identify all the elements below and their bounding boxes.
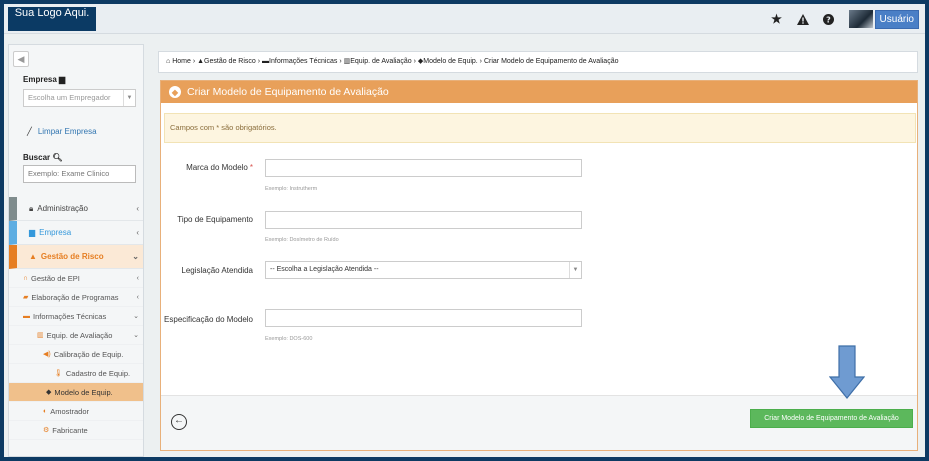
sidebar-item-cadastro[interactable]: 🌡︎ Cadastro de Equip. (9, 364, 143, 383)
search-icon: 🔍︎ (52, 153, 63, 162)
empresa-select[interactable]: Escolha um Empregador ▼ (23, 89, 136, 107)
volume-icon: ◀) (43, 351, 51, 358)
sidebar-item-equip-avaliacao[interactable]: ▥ Equip. de Avaliação ⌄ (9, 326, 143, 345)
sidebar-item-informacoes[interactable]: ▬ Informações Técnicas ⌄ (9, 307, 143, 326)
back-arrow-icon[interactable]: ← (171, 414, 187, 430)
legislacao-label: Legislação Atendida (181, 266, 253, 275)
chevron-down-icon: ▼ (569, 262, 581, 278)
help-icon[interactable]: ? (823, 13, 835, 25)
headphones-icon: ∩ (23, 274, 29, 282)
sidebar-item-gestao-epi[interactable]: ∩ Gestão de EPI ‹ (9, 269, 143, 288)
panel-title: Criar Modelo de Equipamento de Avaliação (187, 86, 389, 98)
marca-label: Marca do Modelo * (186, 163, 253, 172)
especificacao-help: Exemplo: DOS-600 (265, 336, 313, 342)
marca-input[interactable] (265, 159, 582, 177)
legislacao-select[interactable]: -- Escolha a Legislação Atendida -- ▼ (265, 261, 582, 279)
clear-empresa-link[interactable]: ╱ Limpar Empresa (27, 127, 97, 136)
home-icon: ⌂ (166, 58, 171, 65)
marca-help: Exemplo: Instrutherm (265, 186, 318, 192)
brush-icon: ╱ (27, 127, 32, 136)
breadcrumb: ⌂ Home › ▲Gestão de Risco › ▬Informações… (158, 51, 918, 73)
sidebar-item-administracao[interactable]: 🔒︎ Administração ‹ (9, 197, 143, 221)
breadcrumb-equip-avaliacao[interactable]: Equip. de Avaliação (350, 58, 411, 65)
panel-footer: ← Criar Modelo de Equipamento de Avaliaç… (161, 395, 917, 450)
breadcrumb-informacoes[interactable]: Informações Técnicas (269, 58, 337, 65)
building-icon: ▆ (29, 228, 36, 237)
star-icon[interactable]: ★ (771, 12, 783, 26)
especificacao-label: Especificação do Modelo (164, 315, 253, 324)
sidebar-menu: 🔒︎ Administração ‹ ▆ Empresa ‹ ▲ Gestão … (9, 197, 143, 440)
breadcrumb-current: Criar Modelo de Equipamento de Avaliação (483, 58, 619, 65)
breadcrumb-modelo[interactable]: Modelo de Equip. (423, 58, 477, 65)
tipo-input[interactable] (265, 211, 582, 229)
tag-icon: ◆ (46, 389, 52, 396)
chevron-down-icon: ▼ (123, 90, 135, 106)
thermometer-icon: 🌡︎ (54, 370, 63, 377)
especificacao-input[interactable] (265, 309, 582, 327)
folder-open-icon: ▬ (23, 312, 30, 320)
logo[interactable]: Sua Logo Aqui. (8, 7, 96, 31)
chevron-down-icon: ⌄ (133, 332, 139, 339)
empresa-label: Empresa ▆ (23, 75, 66, 84)
top-bar: Sua Logo Aqui. ★ ? Usuário (4, 4, 925, 34)
avatar[interactable] (848, 10, 873, 28)
chevron-left-icon: ‹ (136, 293, 139, 301)
tag-icon: ◆ (169, 86, 181, 98)
breadcrumb-gestao-risco[interactable]: Gestão de Risco (204, 58, 256, 65)
sidebar: ◀ Empresa ▆ Escolha um Empregador ▼ ╱ Li… (8, 44, 144, 457)
sidebar-item-empresa[interactable]: ▆ Empresa ‹ (9, 221, 143, 245)
sidebar-item-fabricante[interactable]: ⚙ Fabricante (9, 421, 143, 440)
sidebar-item-modelo[interactable]: ◆ Modelo de Equip. (9, 383, 143, 402)
warning-icon: ▲ (29, 252, 37, 261)
search-label: Buscar 🔍︎ (23, 153, 63, 162)
circle-arrow-left-icon[interactable]: ◀ (13, 51, 29, 67)
folder-open-icon: ▬ (262, 58, 270, 65)
sidebar-item-amostrador[interactable]: ◐ Amostrador (9, 402, 143, 421)
chevron-down-icon: ⌄ (132, 252, 139, 261)
building-icon: ▆ (59, 75, 66, 84)
main-content: ⌂ Home › ▲Gestão de Risco › ▬Informações… (158, 48, 918, 453)
sidebar-item-gestao-risco[interactable]: ▲ Gestão de Risco ⌄ (9, 245, 143, 269)
form-panel: ◆ Criar Modelo de Equipamento de Avaliaç… (160, 80, 918, 451)
chevron-left-icon: ‹ (136, 228, 139, 237)
sidebar-item-elaboracao[interactable]: ▰ Elaboração de Programas ‹ (9, 288, 143, 307)
svg-text:?: ? (826, 15, 831, 24)
cogs-icon: ⚙ (43, 427, 50, 434)
chevron-down-icon: ⌄ (133, 313, 139, 320)
chevron-left-icon: ‹ (136, 204, 139, 213)
tipo-help: Exemplo: Dosímetro de Ruído (265, 237, 339, 243)
panel-header: ◆ Criar Modelo de Equipamento de Avaliaç… (161, 81, 917, 103)
top-icons: ★ ? Usuário (771, 9, 919, 29)
breadcrumb-home[interactable]: Home (172, 58, 191, 65)
warning-icon: ▲ (197, 58, 205, 65)
adjust-icon: ◐ (43, 407, 48, 415)
chevron-left-icon: ‹ (136, 274, 139, 282)
search-input[interactable]: Exemplo: Exame Clinico (23, 165, 136, 183)
book-icon: ▰ (23, 294, 29, 301)
tipo-label: Tipo de Equipamento (177, 215, 253, 224)
bar-chart-icon: ▥ (37, 332, 44, 339)
create-model-button[interactable]: Criar Modelo de Equipamento de Avaliação (750, 409, 913, 428)
sidebar-item-calibracao[interactable]: ◀) Calibração de Equip. (9, 345, 143, 364)
user-menu-button[interactable]: Usuário (874, 9, 919, 29)
required-notice: Campos com * são obrigatórios. (164, 113, 916, 143)
app-window: Sua Logo Aqui. ★ ? Usuário ◀ Empresa ▆ E… (4, 4, 925, 457)
warning-icon[interactable] (796, 13, 809, 25)
arrow-down-icon (829, 345, 865, 399)
lock-icon: 🔒︎ (29, 203, 34, 213)
